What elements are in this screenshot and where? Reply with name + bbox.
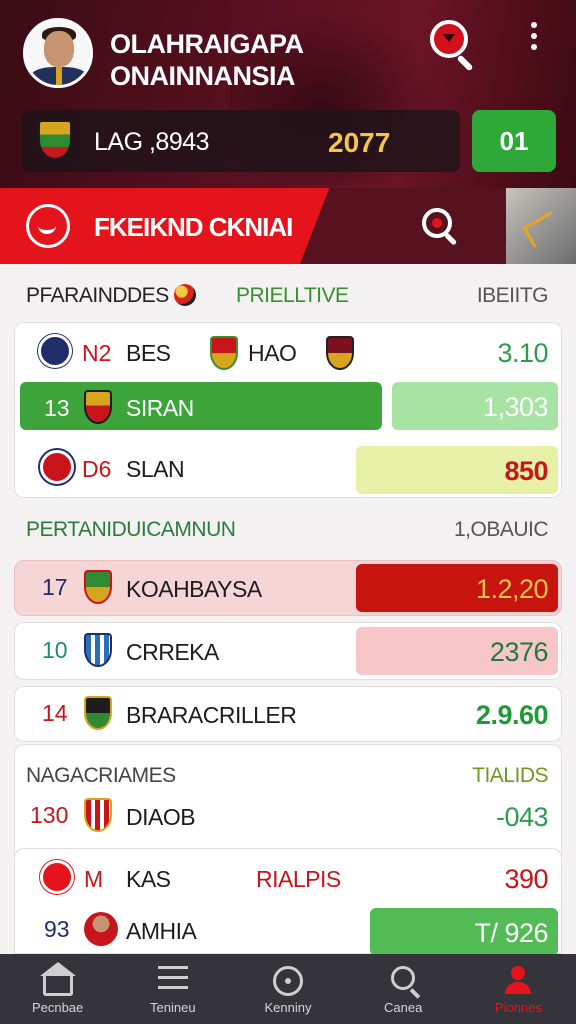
table-row[interactable]: D6 SLAN 850	[14, 442, 562, 494]
club-badge-icon	[40, 450, 74, 484]
nav-label: Pecnbae	[31, 1000, 84, 1015]
team-name: KOAHBAYSA	[126, 576, 262, 602]
team-value: 390	[504, 864, 548, 894]
profile-icon	[503, 966, 533, 996]
league-banner: FKEIKND CKNIAI	[0, 188, 576, 264]
section-title: PFARAINDDES	[26, 284, 169, 307]
rank: 14	[42, 700, 68, 726]
player-avatar-icon	[84, 912, 118, 946]
live-count-button[interactable]: 01	[472, 110, 556, 172]
section-header-2: PERTANIDUICAMNUN 1,OBAUIC	[14, 500, 562, 550]
team-name: BRARACRILLER	[126, 702, 297, 728]
section-title: PERTANIDUICAMNUN	[26, 518, 236, 541]
team-value: 3.10	[497, 338, 548, 368]
app-title-line2: ONAINNANSIA	[110, 61, 296, 91]
nav-item-list[interactable]: Tenineu	[115, 954, 230, 1024]
nav-item-profile[interactable]: Pionnes	[461, 954, 576, 1024]
rank: 13	[44, 395, 70, 421]
list-icon	[157, 966, 188, 996]
table-row-content: 17 KOAHBAYSA 1.2,20	[14, 562, 562, 614]
club-badge-icon	[84, 798, 112, 832]
banner-photo	[506, 188, 576, 264]
section-column-label: 1,OBAUIC	[453, 518, 549, 541]
bottom-nav: Pecnbae Tenineu Kenniny Canea Pionnes	[0, 954, 576, 1024]
banner-search-icon[interactable]	[420, 206, 462, 248]
team-value: 2.9.60	[475, 700, 549, 730]
rank: 130	[30, 802, 69, 828]
home-icon	[39, 962, 76, 996]
team-name: DIAOB	[126, 804, 196, 830]
table-row[interactable]: 130 DIAOB -043	[14, 790, 562, 842]
rank: M	[84, 866, 104, 892]
search-icon	[391, 966, 416, 990]
team-value: 2376	[489, 637, 549, 667]
team-tag: RIALPIS	[256, 866, 341, 892]
section-header-3: NAGACRIAMES TIALIDS	[14, 746, 562, 796]
nav-item-search[interactable]: Canea	[346, 954, 461, 1024]
nav-item-target[interactable]: Kenniny	[230, 954, 345, 1024]
banner-title: FKEIKND CKNIAI	[94, 212, 293, 242]
table-row[interactable]: 93 AMHIA T/ 926	[14, 904, 562, 956]
team-name: KAS	[126, 866, 171, 892]
app-header: OLAHRAIGAPA ONAINNANSIA LAG ,8943 2077 0…	[0, 0, 576, 188]
table-row[interactable]: M KAS RIALPIS 390	[14, 852, 562, 904]
club-badge-icon	[38, 334, 72, 368]
team-value: 1,303	[482, 392, 549, 422]
more-options-icon[interactable]	[528, 22, 540, 58]
section-subtitle: PRIELLTIVE	[236, 284, 349, 307]
nav-label: Tenineu	[150, 1000, 196, 1015]
live-match-score: 2077	[328, 127, 391, 158]
team-value: -043	[495, 802, 549, 832]
live-match-code: LAG ,8943	[94, 128, 210, 156]
team-name: HAO	[248, 340, 297, 366]
section-column-label: TIALIDS	[472, 764, 548, 787]
section-column-label: IBEIITG	[476, 284, 549, 307]
table-row[interactable]: N2 BES HAO 3.10	[14, 326, 562, 378]
league-logo-icon	[26, 204, 70, 248]
team-name: SIRAN	[126, 395, 194, 421]
club-badge-icon	[84, 696, 112, 730]
app-title: OLAHRAIGAPA ONAINNANSIA	[110, 28, 410, 92]
team-crest-icon	[38, 120, 72, 160]
club-badge-icon	[84, 633, 112, 667]
team-value: 850	[504, 456, 548, 486]
football-icon	[174, 284, 196, 306]
app-title-line1: OLAHRAIGAPA	[110, 29, 304, 59]
section-title: NAGACRIAMES	[26, 764, 176, 787]
club-badge-icon	[326, 336, 354, 370]
team-name: BES	[126, 340, 171, 366]
live-match-bar[interactable]: LAG ,8943 2077	[22, 110, 460, 172]
row-highlight	[20, 382, 382, 430]
team-name: SLAN	[126, 456, 185, 482]
club-badge-icon	[40, 860, 74, 894]
team-value: 1.2,20	[475, 574, 549, 604]
nav-label: Pionnes	[494, 1000, 542, 1015]
team-name: CRREKA	[126, 639, 219, 665]
club-badge-icon	[84, 390, 112, 424]
club-badge-icon	[210, 336, 238, 370]
club-badge-icon	[84, 570, 112, 604]
target-icon	[273, 966, 303, 996]
rank: 17	[42, 574, 68, 600]
nav-label: Kenniny	[264, 1000, 312, 1015]
table-row-content: 14 BRARACRILLER 2.9.60	[14, 688, 562, 740]
nav-label: Canea	[384, 1000, 423, 1015]
section-header-1: PFARAINDDES PRIELLTIVE IBEIITG	[14, 266, 562, 316]
rank: D6	[82, 456, 112, 482]
team-name: AMHIA	[126, 918, 197, 944]
table-row-content: 10 CRREKA 2376	[14, 625, 562, 677]
table-row[interactable]: 13 SIRAN 1,303	[14, 382, 562, 434]
search-icon[interactable]	[428, 18, 476, 72]
rank: N2	[82, 340, 112, 366]
team-value: T/ 926	[474, 918, 548, 948]
avatar[interactable]	[23, 18, 93, 88]
nav-item-home[interactable]: Pecnbae	[0, 954, 115, 1024]
rank: 10	[42, 637, 68, 663]
rank: 93	[44, 916, 70, 942]
